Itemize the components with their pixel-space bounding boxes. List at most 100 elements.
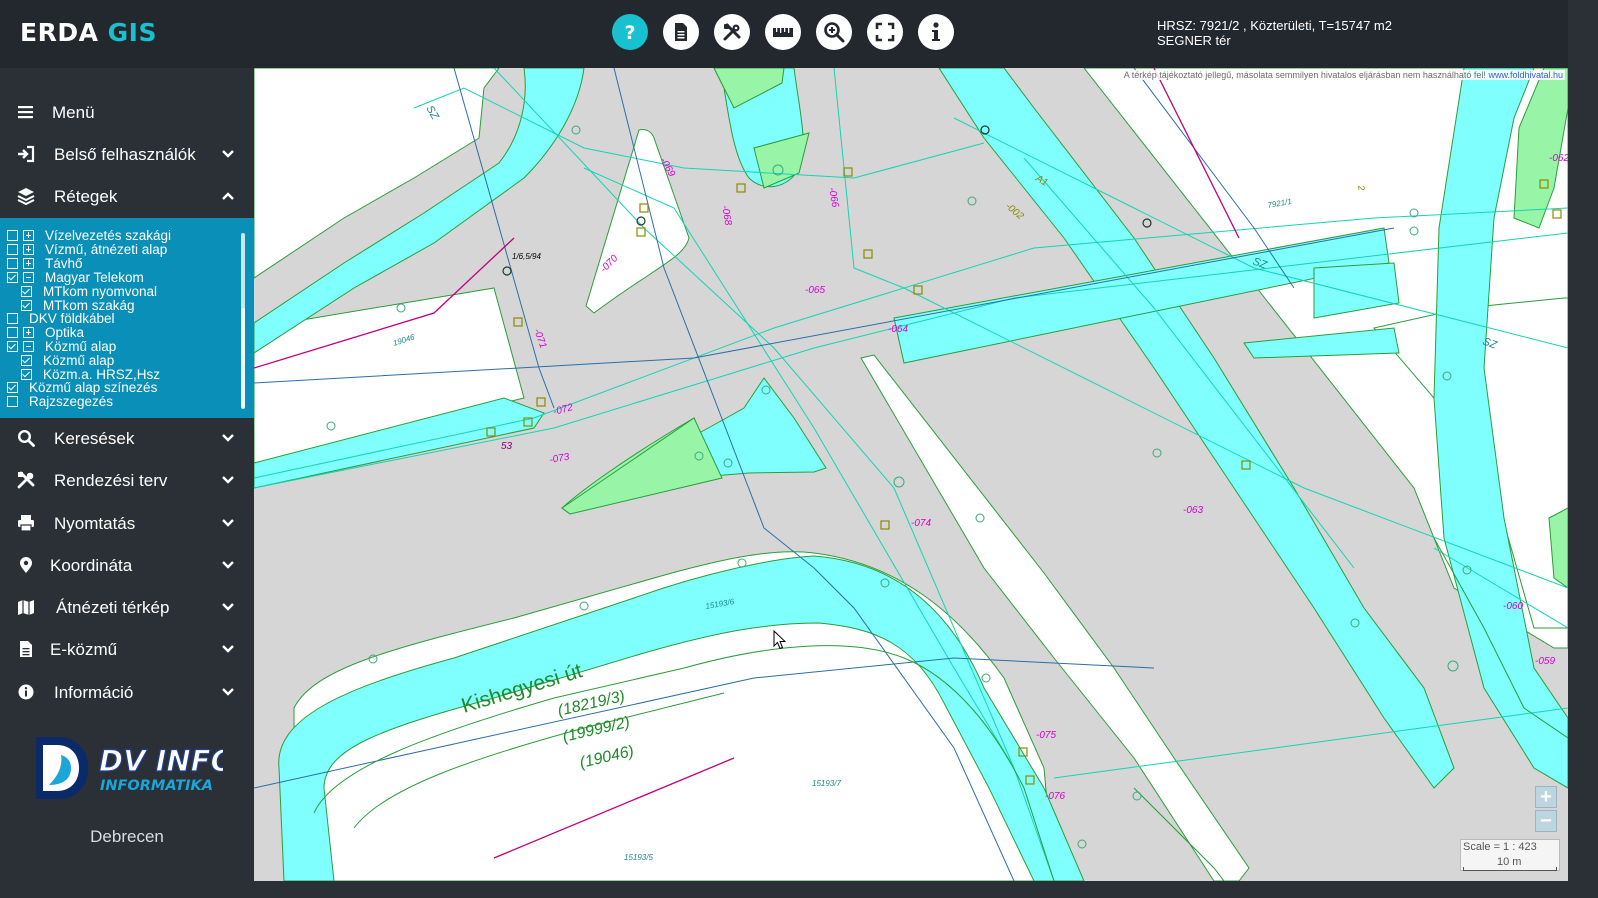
layer-label: Vízelvezetés szakági (45, 228, 172, 243)
point-label: -072 (552, 402, 575, 418)
parcel-number-label: 53 (501, 441, 513, 452)
point-label: -002 (1003, 201, 1026, 223)
layer-label: Magyar Telekom (45, 270, 144, 285)
expand-icon[interactable] (23, 258, 34, 269)
point-label: -070 (598, 253, 620, 275)
chevron-down-icon (222, 476, 234, 484)
top-bar: ERDA GIS ? HRSZ: 7921/2 , Közterületi, T… (0, 0, 1568, 68)
fullscreen-button[interactable] (867, 14, 903, 50)
sidebar-item-rendezesi-terv[interactable]: Rendezési terv (0, 459, 254, 501)
layer-checkbox[interactable] (7, 313, 18, 324)
parcel-number-label: 15193/7 (812, 779, 841, 788)
point-label: -075 (1036, 730, 1056, 741)
sidebar-item-nyomtatas[interactable]: Nyomtatás (0, 502, 254, 544)
svg-text:INFORMATIKA: INFORMATIKA (100, 778, 213, 794)
layer-label: Közmű alap (43, 353, 115, 368)
layer-checkbox[interactable] (21, 369, 32, 380)
parcel-label: (18219/3) (556, 688, 627, 720)
layers-icon (17, 188, 35, 205)
layer-checkbox[interactable] (7, 327, 18, 338)
chevron-down-icon (222, 150, 234, 158)
point-label: -073 (549, 452, 571, 466)
foldhivatal-link[interactable]: www.foldhivatal.hu (1488, 70, 1563, 80)
sz-label: SZ (1481, 336, 1500, 353)
layer-checkbox[interactable] (7, 230, 18, 241)
info-icon (932, 22, 940, 41)
zoom-controls: + − (1535, 786, 1559, 834)
city-label: Debrecen (90, 827, 164, 846)
layer-label: Optika (45, 325, 85, 340)
measure-button[interactable] (765, 14, 801, 50)
point-label: -066 (826, 187, 840, 209)
sidebar-item-belso-felhasznalok[interactable]: Belső felhasználók (0, 133, 254, 175)
expand-icon[interactable] (23, 244, 34, 255)
fullscreen-icon (875, 22, 895, 42)
layer-checkbox[interactable] (21, 300, 32, 311)
hamburger-icon (18, 106, 33, 119)
layer-label: Rajzszegezés (29, 394, 114, 409)
tools-button[interactable] (714, 14, 750, 50)
ruler-icon (773, 28, 793, 37)
layer-checkbox[interactable] (21, 355, 32, 366)
layer-label: MTkom nyomvonal (43, 284, 158, 299)
layer-checkbox[interactable] (7, 272, 18, 283)
sidebar-item-e-kozmu[interactable]: E-közmű (0, 628, 254, 670)
zoom-button[interactable] (816, 14, 852, 50)
parcel-label: (19999/2) (561, 714, 632, 746)
help-icon: ? (624, 22, 635, 43)
point-label: -068 (719, 205, 733, 227)
layer-checkbox[interactable] (7, 341, 18, 352)
layer-checkbox[interactable] (7, 396, 18, 407)
map-icon (18, 600, 34, 615)
app-brand[interactable]: ERDA GIS (20, 18, 157, 47)
chevron-down-icon (222, 434, 234, 442)
layer-label: Közmű alap színezés (29, 380, 158, 395)
point-label: -064 (888, 324, 908, 335)
mouse-cursor-icon (773, 630, 787, 650)
sidebar-item-keresesek[interactable]: Keresések (0, 417, 254, 459)
layer-checkbox[interactable] (7, 244, 18, 255)
sidebar-item-label: Keresések (54, 429, 135, 448)
chevron-down-icon (222, 688, 234, 696)
parcel-number-label: 7921/1 (1267, 197, 1293, 210)
scale-bar (1463, 867, 1557, 871)
layer-label: Közmű alap (45, 339, 117, 354)
collapse-icon[interactable] (23, 272, 34, 283)
map-canvas[interactable]: Kishegyesi út (18219/3) (19999/2) (19046… (254, 68, 1568, 881)
expand-icon[interactable] (23, 230, 34, 241)
chevron-down-icon (222, 645, 234, 653)
sidebar-item-informacio[interactable]: Információ (0, 671, 254, 713)
parcel-info: HRSZ: 7921/2 , Közterületi, T=15747 m2 S… (1157, 18, 1392, 48)
document-button[interactable] (663, 14, 699, 50)
sidebar-item-menu[interactable]: Menü (0, 91, 254, 133)
zoom-icon (824, 22, 845, 43)
layer-checkbox[interactable] (21, 286, 32, 297)
info-circle-icon (18, 684, 34, 700)
expand-icon[interactable] (23, 327, 34, 338)
map-disclaimer: A térkép tájékoztató jellegű, másolata s… (1121, 70, 1565, 80)
parcel-number-label: A1 (1033, 173, 1050, 189)
sidebar-item-atnezeti-terkep[interactable]: Átnézeti térkép (0, 586, 254, 628)
sidebar: Menü Belső felhasználók Rétegek Vízelvez… (0, 68, 254, 881)
sidebar-item-label: Menü (52, 103, 95, 122)
point-label: -076 (1045, 791, 1065, 802)
layer-checkbox[interactable] (7, 382, 18, 393)
point-label: -074 (911, 518, 931, 529)
collapse-icon[interactable] (23, 341, 34, 352)
zoom-in-button[interactable]: + (1535, 786, 1557, 808)
layer-list: Vízelvezetés szakági Vízmű, átnézeti ala… (0, 218, 254, 418)
sidebar-item-koordinata[interactable]: Koordináta (0, 544, 254, 586)
layer-checkbox[interactable] (7, 258, 18, 269)
parcel-number-label: 15193/6 (705, 597, 736, 611)
sz-label: SZ (423, 104, 441, 123)
svg-text:DV INFO: DV INFO (99, 744, 223, 778)
help-button[interactable]: ? (612, 14, 648, 50)
sidebar-item-retegek[interactable]: Rétegek (0, 175, 254, 217)
dv-info-logo: DV INFO INFORMATIKA (36, 737, 223, 799)
parcel-info-line1: HRSZ: 7921/2 , Közterületi, T=15747 m2 (1157, 18, 1392, 33)
point-label: -069 (657, 156, 677, 179)
info-button[interactable] (918, 14, 954, 50)
zoom-out-button[interactable]: − (1535, 810, 1557, 832)
search-icon (17, 429, 35, 447)
layer-list-scroll-thumb[interactable] (241, 308, 245, 408)
